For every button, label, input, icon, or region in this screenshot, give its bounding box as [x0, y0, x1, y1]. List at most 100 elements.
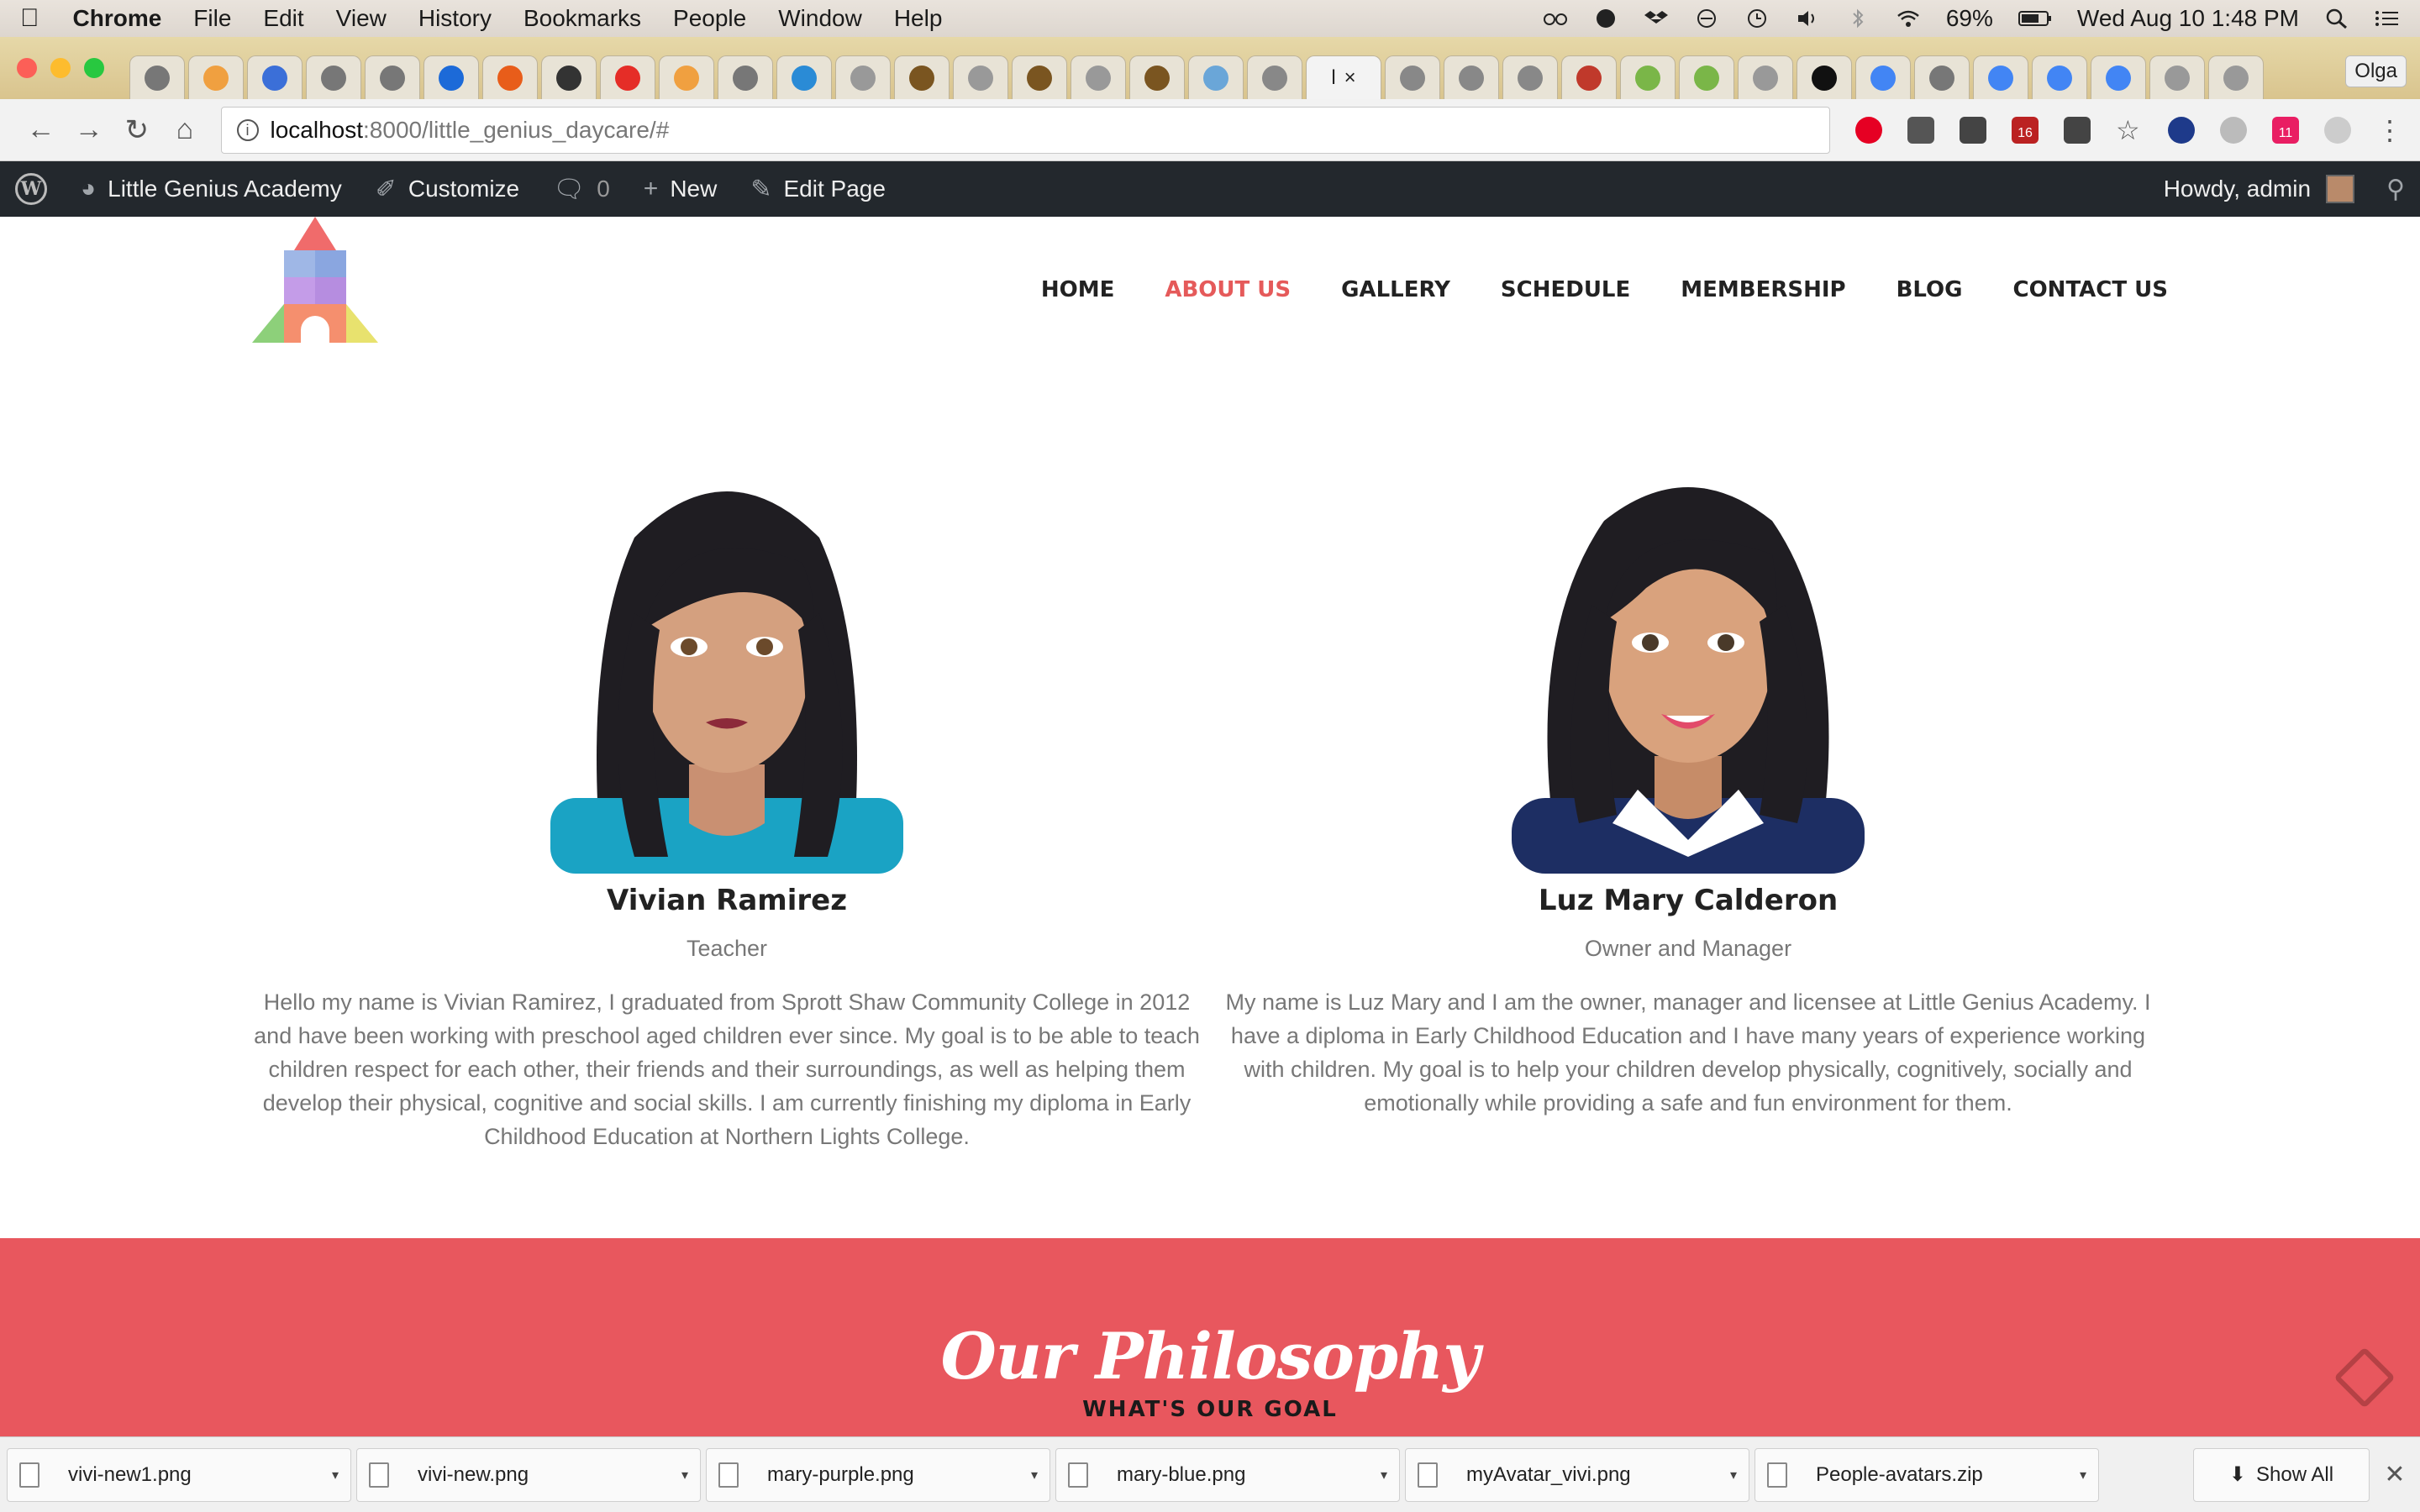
chevron-down-icon[interactable]: ▾ — [681, 1467, 688, 1483]
forward-arrow-icon[interactable]: → — [65, 113, 113, 146]
reload-icon[interactable]: ↻ — [113, 113, 160, 147]
menu-bookmarks[interactable]: Bookmarks — [523, 5, 641, 32]
info-icon[interactable]: i — [236, 118, 259, 141]
nav-schedule[interactable]: SCHEDULE — [1501, 277, 1630, 302]
browser-tab[interactable] — [894, 55, 950, 99]
browser-tab[interactable] — [1620, 55, 1676, 99]
battery-icon[interactable] — [2018, 8, 2052, 29]
browser-tab[interactable] — [1855, 55, 1911, 99]
adminbar-edit-page[interactable]: ✎ Edit Page — [750, 175, 886, 204]
tab-close-icon[interactable]: × — [1344, 66, 1356, 90]
browser-tab[interactable] — [306, 55, 361, 99]
chevron-down-icon[interactable]: ▾ — [1031, 1467, 1038, 1483]
browser-tab[interactable] — [247, 55, 302, 99]
menu-app-name[interactable]: Chrome — [73, 5, 162, 32]
dark-circle-icon[interactable] — [1593, 8, 1618, 29]
menu-history[interactable]: History — [418, 5, 492, 32]
nav-about-us[interactable]: ABOUT US — [1165, 277, 1291, 302]
chevron-down-icon[interactable]: ▾ — [332, 1467, 339, 1483]
browser-tab[interactable] — [600, 55, 655, 99]
browser-tab[interactable] — [1561, 55, 1617, 99]
adminbar-customize[interactable]: ✐ Customize — [376, 175, 519, 204]
browser-tab[interactable] — [1444, 55, 1499, 99]
close-icon[interactable]: ✕ — [2370, 1460, 2420, 1489]
search-icon[interactable]: ⚲ — [2386, 175, 2405, 204]
browser-tab[interactable] — [1012, 55, 1067, 99]
wordpress-logo-icon[interactable]: W — [15, 173, 47, 205]
browser-tab[interactable] — [1914, 55, 1970, 99]
volume-icon[interactable] — [1795, 8, 1820, 29]
pinterest-icon[interactable] — [1855, 116, 1882, 144]
dropbox-icon[interactable] — [1644, 8, 1669, 29]
menu-view[interactable]: View — [336, 5, 387, 32]
home-icon[interactable]: ⌂ — [160, 113, 208, 146]
browser-tab[interactable] — [1385, 55, 1440, 99]
menu-kebab-icon[interactable]: ⋮ — [2376, 117, 2403, 144]
browser-tab[interactable] — [1679, 55, 1734, 99]
browser-tab[interactable] — [1797, 55, 1852, 99]
browser-tab[interactable] — [1071, 55, 1126, 99]
browser-tab[interactable] — [365, 55, 420, 99]
notification-center-icon[interactable] — [2375, 8, 2400, 29]
download-item[interactable]: People-avatars.zip ▾ — [1754, 1447, 2099, 1502]
pocket-icon[interactable] — [2064, 116, 2091, 144]
download-item[interactable]: mary-blue.png ▾ — [1055, 1447, 1400, 1502]
apple-icon[interactable]:  — [20, 4, 39, 33]
browser-tab[interactable] — [1738, 55, 1793, 99]
window-close-button[interactable] — [17, 58, 37, 78]
badge-extension-icon[interactable]: 11 — [2272, 116, 2299, 144]
extension-puzzle-icon[interactable] — [1907, 116, 1934, 144]
browser-tab[interactable] — [1129, 55, 1185, 99]
glasses-icon[interactable] — [1543, 8, 1568, 29]
browser-tab[interactable] — [2149, 55, 2205, 99]
browser-tab[interactable] — [541, 55, 597, 99]
browser-tab[interactable] — [718, 55, 773, 99]
download-item[interactable]: vivi-new.png ▾ — [356, 1447, 701, 1502]
browser-tab[interactable] — [2091, 55, 2146, 99]
browser-tab[interactable] — [953, 55, 1008, 99]
browser-tab[interactable] — [1973, 55, 2028, 99]
profile-button[interactable]: Olga — [2345, 55, 2407, 87]
m-extension-icon[interactable] — [2220, 116, 2247, 144]
spotlight-search-icon[interactable] — [2324, 8, 2349, 29]
menu-file[interactable]: File — [193, 5, 231, 32]
wifi-icon[interactable] — [1896, 8, 1921, 29]
browser-tab[interactable] — [482, 55, 538, 99]
adminbar-site-name[interactable]: ◕ Little Genius Academy — [81, 175, 342, 203]
download-item[interactable]: vivi-new1.png ▾ — [7, 1447, 351, 1502]
feather-icon[interactable] — [2324, 116, 2351, 144]
back-arrow-icon[interactable]: ← — [17, 113, 65, 146]
howdy-label[interactable]: Howdy, admin — [2164, 176, 2311, 202]
browser-tab[interactable] — [1502, 55, 1558, 99]
browser-tab[interactable] — [835, 55, 891, 99]
chevron-down-icon[interactable]: ▾ — [1381, 1467, 1387, 1483]
browser-tab[interactable]: l × — [1306, 55, 1381, 99]
browser-tab[interactable] — [1247, 55, 1302, 99]
chevron-down-icon[interactable]: ▾ — [2080, 1467, 2086, 1483]
bookmark-star-icon[interactable]: ☆ — [2116, 117, 2143, 144]
show-all-downloads-button[interactable]: ⬇ Show All — [2193, 1447, 2370, 1502]
admin-avatar[interactable] — [2326, 175, 2355, 203]
browser-tab[interactable] — [659, 55, 714, 99]
menu-people[interactable]: People — [673, 5, 746, 32]
window-zoom-button[interactable] — [84, 58, 104, 78]
menubar-clock[interactable]: Wed Aug 10 1:48 PM — [2077, 5, 2299, 32]
more-dots-icon[interactable] — [1960, 116, 1986, 144]
browser-tab[interactable] — [129, 55, 185, 99]
nav-membership[interactable]: MEMBERSHIP — [1681, 277, 1845, 302]
browser-tab[interactable] — [2032, 55, 2087, 99]
time-machine-icon[interactable] — [1744, 8, 1770, 29]
nav-contact-us[interactable]: CONTACT US — [2013, 277, 2169, 302]
menu-window[interactable]: Window — [778, 5, 862, 32]
browser-tab[interactable] — [776, 55, 832, 99]
chevron-down-icon[interactable]: ▾ — [1730, 1467, 1737, 1483]
browser-tab[interactable] — [1188, 55, 1244, 99]
menu-edit[interactable]: Edit — [263, 5, 303, 32]
cloud-icon[interactable] — [2168, 116, 2195, 144]
browser-tab[interactable] — [188, 55, 244, 99]
browser-tab[interactable] — [424, 55, 479, 99]
nav-home[interactable]: HOME — [1041, 277, 1115, 302]
menu-help[interactable]: Help — [894, 5, 943, 32]
window-minimize-button[interactable] — [50, 58, 71, 78]
download-item[interactable]: mary-purple.png ▾ — [706, 1447, 1050, 1502]
